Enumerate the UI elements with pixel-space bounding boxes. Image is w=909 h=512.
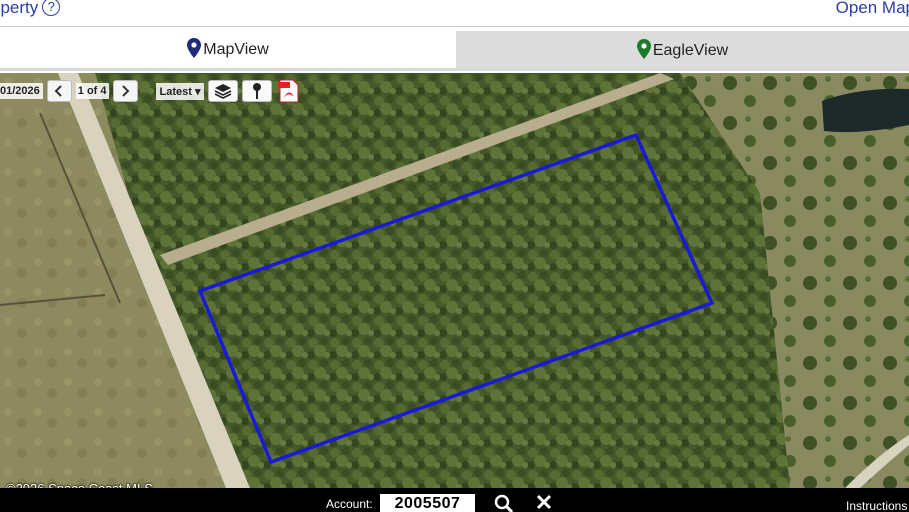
close-button[interactable] (536, 494, 554, 512)
search-icon (494, 494, 514, 512)
pdf-button[interactable] (276, 78, 302, 104)
account-label: Account: (326, 497, 373, 511)
capture-date: 01/2026 (0, 83, 43, 99)
aerial-map[interactable] (0, 73, 909, 488)
pdf-icon (278, 79, 299, 103)
tab-mapview[interactable]: MapView (0, 31, 456, 71)
tab-mapview-label: MapView (203, 40, 269, 58)
prev-image-button[interactable] (46, 80, 72, 102)
pushpin-icon (253, 83, 262, 99)
version-select[interactable]: Latest ▾ (155, 82, 205, 100)
chevron-right-icon (122, 85, 130, 97)
top-bar: operty? Open Map (0, 0, 909, 27)
close-icon (536, 494, 552, 510)
pushpin-button[interactable] (242, 80, 273, 102)
property-link[interactable]: operty? (0, 0, 61, 18)
map-pin-icon (636, 39, 651, 59)
instructions-link[interactable]: Instructions (846, 499, 907, 512)
account-field[interactable]: 2005507 (380, 494, 475, 512)
view-tabs: MapView EagleView (0, 31, 909, 71)
map-pin-icon (187, 37, 202, 58)
tab-eagleview-label: EagleView (652, 42, 729, 59)
image-toolbar: 01/2026 1 of 4 Latest ▾ (0, 76, 302, 106)
help-icon[interactable]: ? (42, 0, 61, 16)
layers-button[interactable] (208, 80, 239, 102)
chevron-left-icon (54, 85, 62, 97)
bottom-bar: Account: 2005507 Instructions (0, 488, 909, 512)
search-button[interactable] (494, 494, 516, 512)
aerial-image (0, 73, 909, 488)
layers-icon (215, 84, 232, 99)
next-image-button[interactable] (112, 80, 138, 102)
tab-eagleview[interactable]: EagleView (456, 31, 909, 71)
page-indicator: 1 of 4 (75, 83, 109, 99)
open-map-link[interactable]: Open Map (836, 0, 909, 18)
